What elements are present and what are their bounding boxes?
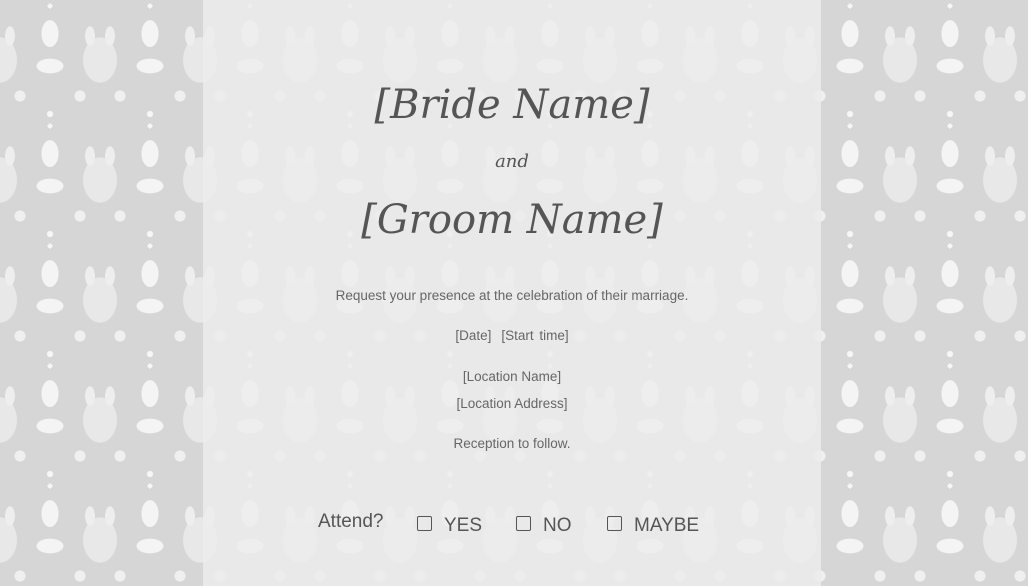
location-name: [Location Name] (462, 369, 562, 384)
rsvp-option-no[interactable]: NO (516, 512, 572, 536)
no-label: NO (543, 515, 572, 536)
maybe-label: MAYBE (634, 515, 700, 536)
yes-label: YES (444, 515, 483, 536)
yes-checkbox[interactable] (417, 515, 432, 531)
invitation-card: [Bride Name] and [Groom Name] Request yo… (203, 0, 821, 586)
rsvp-section: Attend? YES NO MAYBE (203, 508, 821, 538)
maybe-checkbox[interactable] (607, 515, 622, 531)
start-time-text: [Start time] (501, 328, 569, 343)
request-text: Request your presence at the celebration… (335, 288, 689, 303)
date-text: [Date] (455, 328, 492, 343)
bride-name: [Bride Name] (374, 82, 650, 128)
no-checkbox[interactable] (516, 515, 531, 531)
groom-name: [Groom Name] (361, 197, 663, 243)
rsvp-option-yes[interactable]: YES (417, 512, 482, 536)
and-text: and (495, 151, 529, 172)
location-address: [Location Address] (456, 396, 568, 411)
date-time-line: [Date] [Start time] (203, 328, 821, 343)
reception-text: Reception to follow. (453, 436, 571, 451)
attend-label: Attend? (318, 511, 384, 532)
rsvp-option-maybe[interactable]: MAYBE (607, 512, 699, 536)
